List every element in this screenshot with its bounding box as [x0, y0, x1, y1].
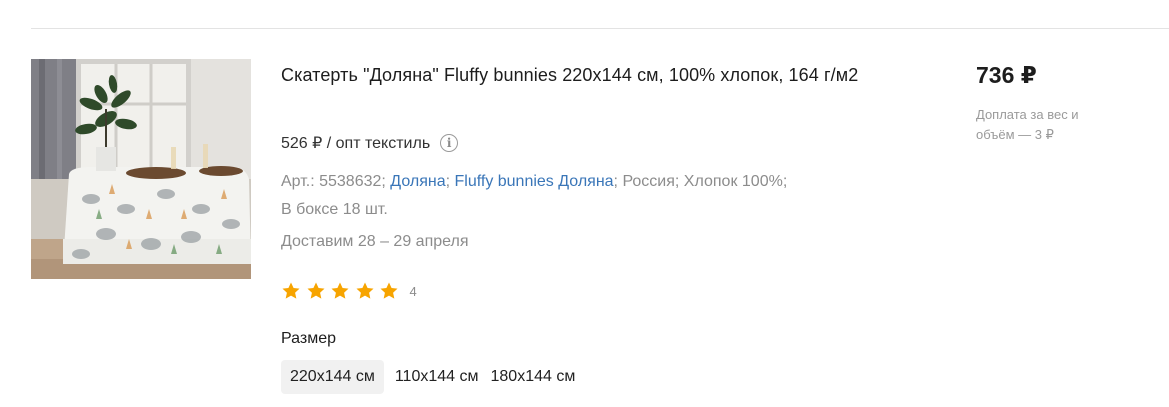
star-icon: [356, 282, 373, 299]
collection-link[interactable]: Fluffy bunnies Доляна: [454, 173, 613, 190]
tablecloth-photo: [31, 59, 251, 279]
weight-surcharge: Доплата за вес и объём — 3 ₽: [976, 107, 1079, 142]
size-options: 220х144 см 110х144 см 180х144 см: [281, 360, 582, 394]
delivery-date: Доставим 28 – 29 апреля: [281, 233, 469, 250]
top-divider: [31, 28, 1169, 29]
rating-stars: [281, 281, 404, 301]
product-meta: Арт.: 5538632; Доляна; Fluffy bunnies До…: [281, 168, 881, 224]
star-icon: [331, 282, 349, 299]
wholesale-price: 526 ₽ / опт текстиль: [281, 135, 431, 152]
star-icon: [282, 282, 300, 299]
size-label: Размер: [281, 330, 336, 347]
box-info: В боксе 18 шт.: [281, 201, 388, 218]
info-icon[interactable]: i: [440, 134, 459, 152]
price: 736 ₽: [976, 62, 1037, 88]
article-number: Арт.: 5538632;: [281, 173, 391, 190]
review-count[interactable]: 4: [410, 284, 417, 299]
product-title[interactable]: Скатерть "Доляна" Fluffy bunnies 220х144…: [281, 61, 901, 89]
size-option[interactable]: 110х144 см: [390, 360, 484, 394]
meta-country-material: ; Россия; Хлопок 100%;: [613, 173, 788, 190]
star-icon: [380, 282, 398, 299]
size-option[interactable]: 220х144 см: [281, 360, 384, 394]
star-icon: [307, 282, 324, 299]
brand-link[interactable]: Доляна: [390, 173, 445, 190]
rating[interactable]: 4: [281, 281, 417, 301]
wholesale-price-row: 526 ₽ / опт текстиль i: [281, 133, 459, 153]
size-option[interactable]: 180х144 см: [486, 360, 581, 394]
product-image[interactable]: [31, 59, 251, 279]
